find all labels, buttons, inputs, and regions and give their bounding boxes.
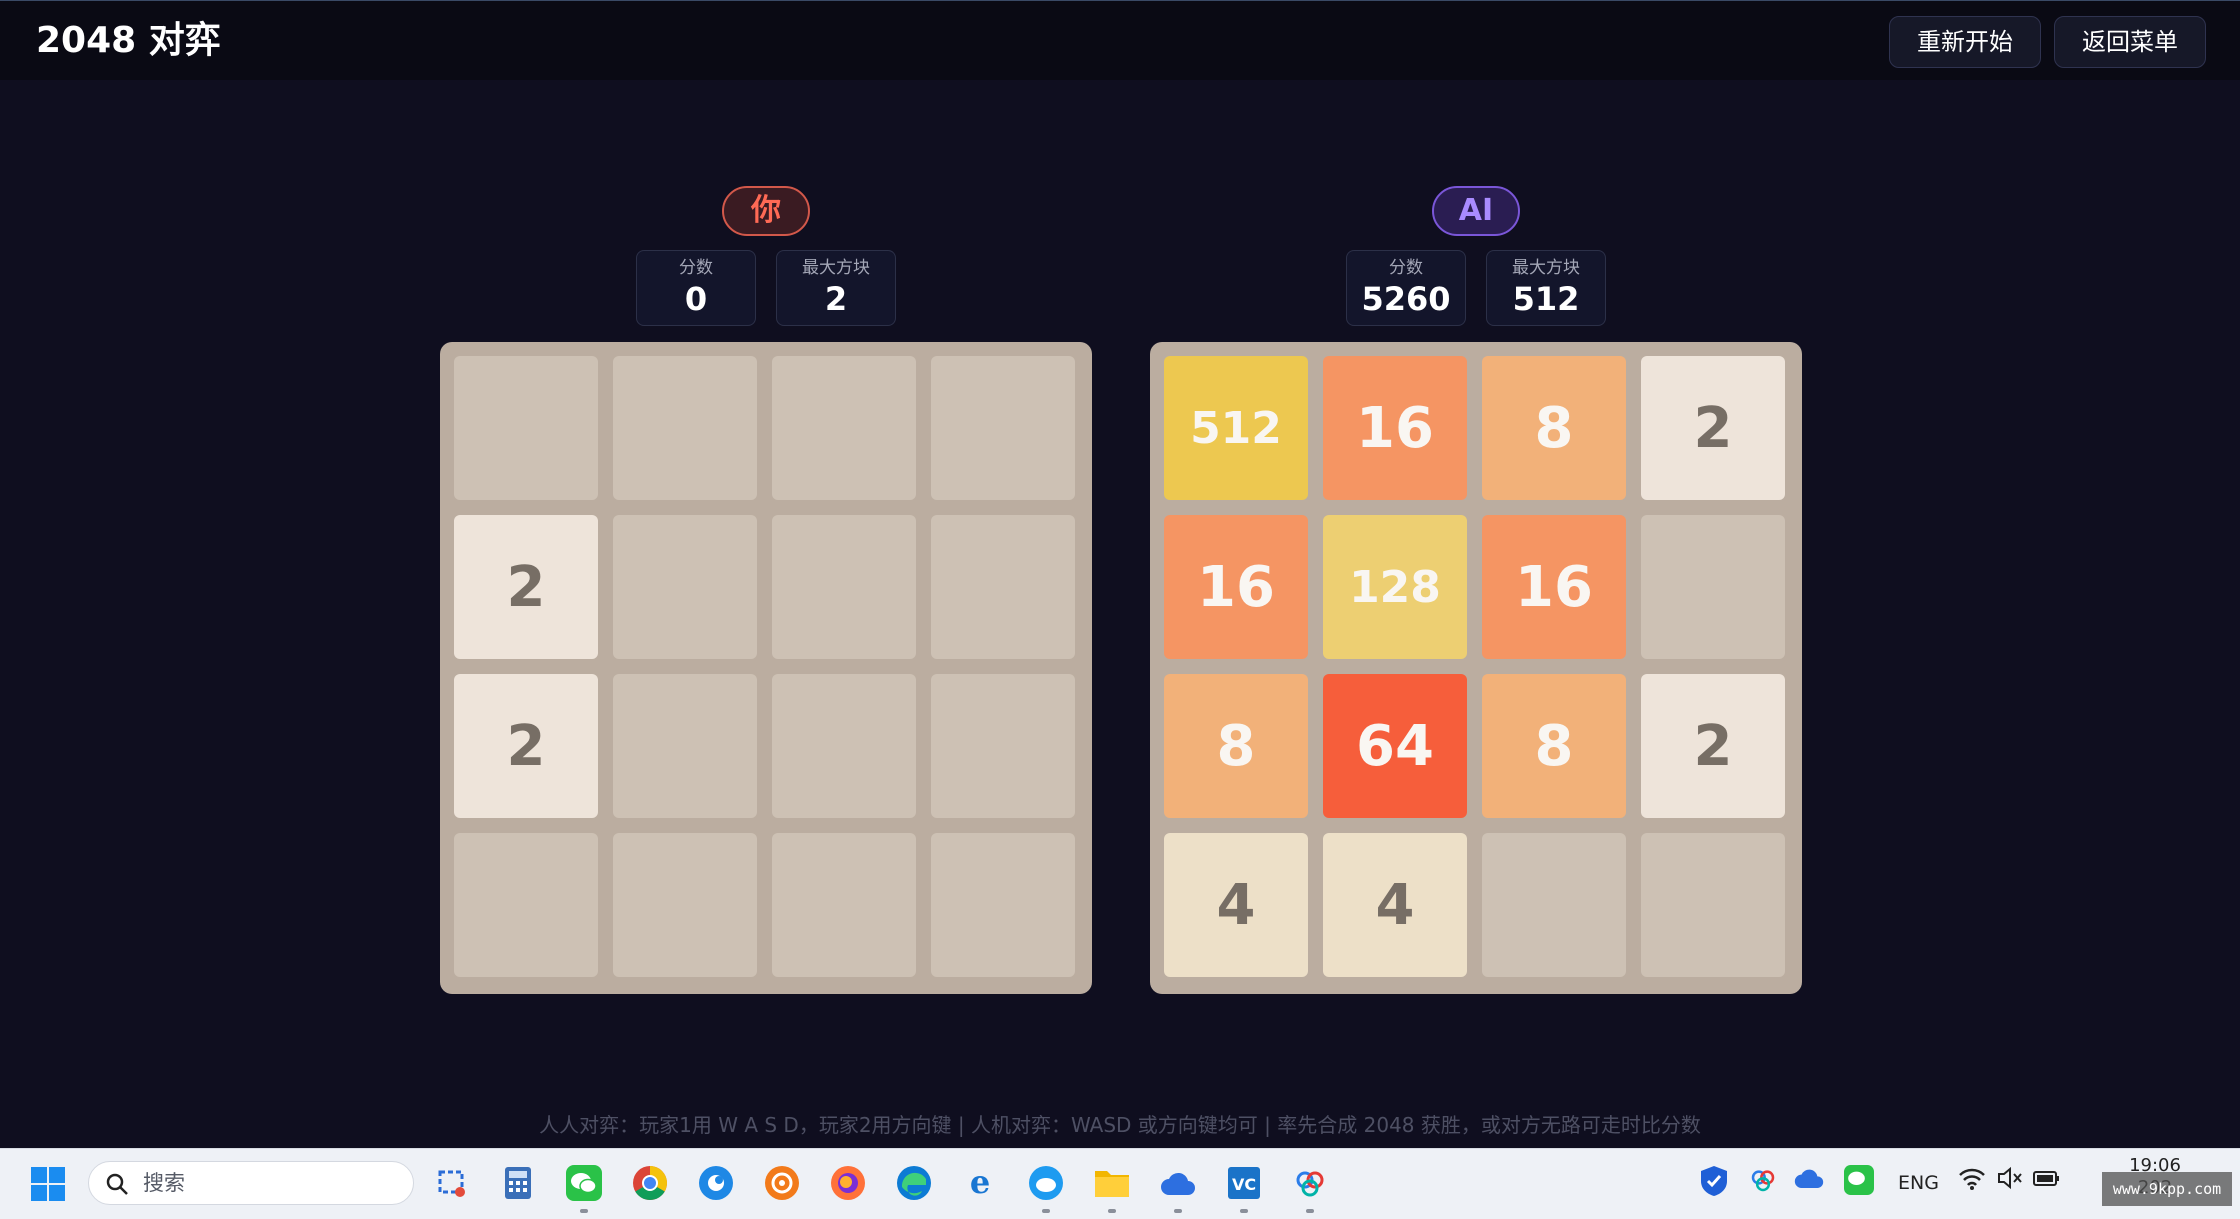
max-tile-label: 最大方块: [1512, 258, 1580, 278]
tile-2: 2: [454, 674, 598, 818]
score-value: 0: [684, 280, 708, 318]
ucloud-icon[interactable]: [762, 1163, 802, 1203]
tile-64: 64: [1323, 674, 1467, 818]
windows-start-icon[interactable]: [30, 1166, 66, 1202]
running-indicator: [1240, 1209, 1248, 1213]
svg-text:VC: VC: [1232, 1175, 1256, 1194]
player-panel-ai: AI 分数 5260 最大方块 512 512 16 8 2 16 128 16 8 64 8 2 4…: [1150, 186, 1802, 994]
volume-muted-icon[interactable]: [1996, 1165, 2024, 1195]
max-tile-card: 最大方块 2: [776, 250, 896, 326]
empty-cell: [931, 356, 1075, 500]
tile-16: 16: [1323, 356, 1467, 500]
empty-cell: [613, 833, 757, 977]
max-tile-value: 512: [1512, 280, 1580, 318]
search-placeholder: 搜索: [143, 1171, 185, 1195]
max-tile-card: 最大方块 512: [1486, 250, 1606, 326]
top-bar: 2048 对弈 重新开始 返回菜单: [0, 0, 2240, 80]
defender-icon[interactable]: [1700, 1165, 1728, 1201]
taskbar: 搜索 e VC ENG 19:06: [0, 1148, 2240, 1219]
input-language[interactable]: ENG: [1898, 1165, 1939, 1201]
browser-icon[interactable]: [696, 1163, 736, 1203]
tile-2: 2: [1641, 356, 1785, 500]
file-explorer-icon[interactable]: [1092, 1163, 1132, 1203]
empty-cell: [772, 515, 916, 659]
empty-cell: [772, 833, 916, 977]
cloud-browser-icon[interactable]: [1026, 1163, 1066, 1203]
snipping-tool-icon[interactable]: [433, 1163, 473, 1203]
tile-4: 4: [1164, 833, 1308, 977]
tile-16: 16: [1482, 515, 1626, 659]
cloud-drive-icon[interactable]: [1158, 1163, 1198, 1203]
empty-cell: [931, 515, 1075, 659]
running-indicator: [1108, 1209, 1116, 1213]
max-tile-value: 2: [824, 280, 848, 318]
tile-8: 8: [1482, 356, 1626, 500]
tile-16: 16: [1164, 515, 1308, 659]
empty-cell: [1641, 515, 1785, 659]
tile-2: 2: [454, 515, 598, 659]
tile-2: 2: [1641, 674, 1785, 818]
empty-cell: [454, 356, 598, 500]
wechat-icon[interactable]: [564, 1163, 604, 1203]
controls-hint: 人人对弈：玩家1用 W A S D，玩家2用方向键 | 人机对弈：WASD 或方…: [539, 1113, 1701, 1137]
empty-cell: [613, 356, 757, 500]
search-icon: [106, 1173, 128, 1195]
tile-4: 4: [1323, 833, 1467, 977]
chrome-icon[interactable]: [630, 1163, 670, 1203]
game-board-ai: 512 16 8 2 16 128 16 8 64 8 2 4 4: [1150, 342, 1802, 994]
player-panel-human: 你 分数 0 最大方块 2 22: [440, 186, 1092, 994]
tile-512: 512: [1164, 356, 1308, 500]
tile-128: 128: [1323, 515, 1467, 659]
empty-cell: [613, 674, 757, 818]
vscode-icon[interactable]: VC: [1224, 1163, 1264, 1203]
watermark: www.9kpp.com: [2102, 1172, 2232, 1206]
tile-8: 8: [1164, 674, 1308, 818]
stats-human: 分数 0 最大方块 2: [440, 250, 1092, 326]
edge-icon[interactable]: [894, 1163, 934, 1203]
app-title: 2048 对弈: [36, 20, 221, 61]
empty-cell: [613, 515, 757, 659]
empty-cell: [931, 833, 1075, 977]
baidu-netdisk-icon[interactable]: [1290, 1163, 1330, 1203]
empty-cell: [772, 356, 916, 500]
restart-button[interactable]: 重新开始: [1889, 16, 2041, 68]
calculator-icon[interactable]: [498, 1163, 538, 1203]
taskbar-search-box[interactable]: 搜索: [88, 1161, 414, 1205]
wechat-tray-icon[interactable]: [1844, 1165, 1874, 1199]
running-indicator: [1042, 1209, 1050, 1213]
svg-text:e: e: [970, 1165, 990, 1201]
empty-cell: [454, 833, 598, 977]
empty-cell: [1641, 833, 1785, 977]
running-indicator: [580, 1209, 588, 1213]
score-label: 分数: [679, 258, 713, 278]
player-badge-human: 你: [722, 186, 810, 236]
cloud-tray-icon[interactable]: [1794, 1165, 1824, 1195]
running-indicator: [1306, 1209, 1314, 1213]
score-card: 分数 5260: [1346, 250, 1466, 326]
stats-ai: 分数 5260 最大方块 512: [1150, 250, 1802, 326]
ie-icon[interactable]: e: [960, 1163, 1000, 1203]
game-board-human[interactable]: 22: [440, 342, 1092, 994]
netdisk-tray-icon[interactable]: [1748, 1165, 1778, 1199]
firefox-icon[interactable]: [828, 1163, 868, 1203]
empty-cell: [931, 674, 1075, 818]
battery-icon[interactable]: [2032, 1165, 2062, 1195]
score-value: 5260: [1361, 280, 1451, 318]
score-card: 分数 0: [636, 250, 756, 326]
max-tile-label: 最大方块: [802, 258, 870, 278]
wifi-icon[interactable]: [1958, 1165, 1986, 1195]
empty-cell: [1482, 833, 1626, 977]
empty-cell: [772, 674, 916, 818]
player-badge-ai: AI: [1432, 186, 1520, 236]
tile-8: 8: [1482, 674, 1626, 818]
score-label: 分数: [1389, 258, 1423, 278]
running-indicator: [1174, 1209, 1182, 1213]
back-to-menu-button[interactable]: 返回菜单: [2054, 16, 2206, 68]
